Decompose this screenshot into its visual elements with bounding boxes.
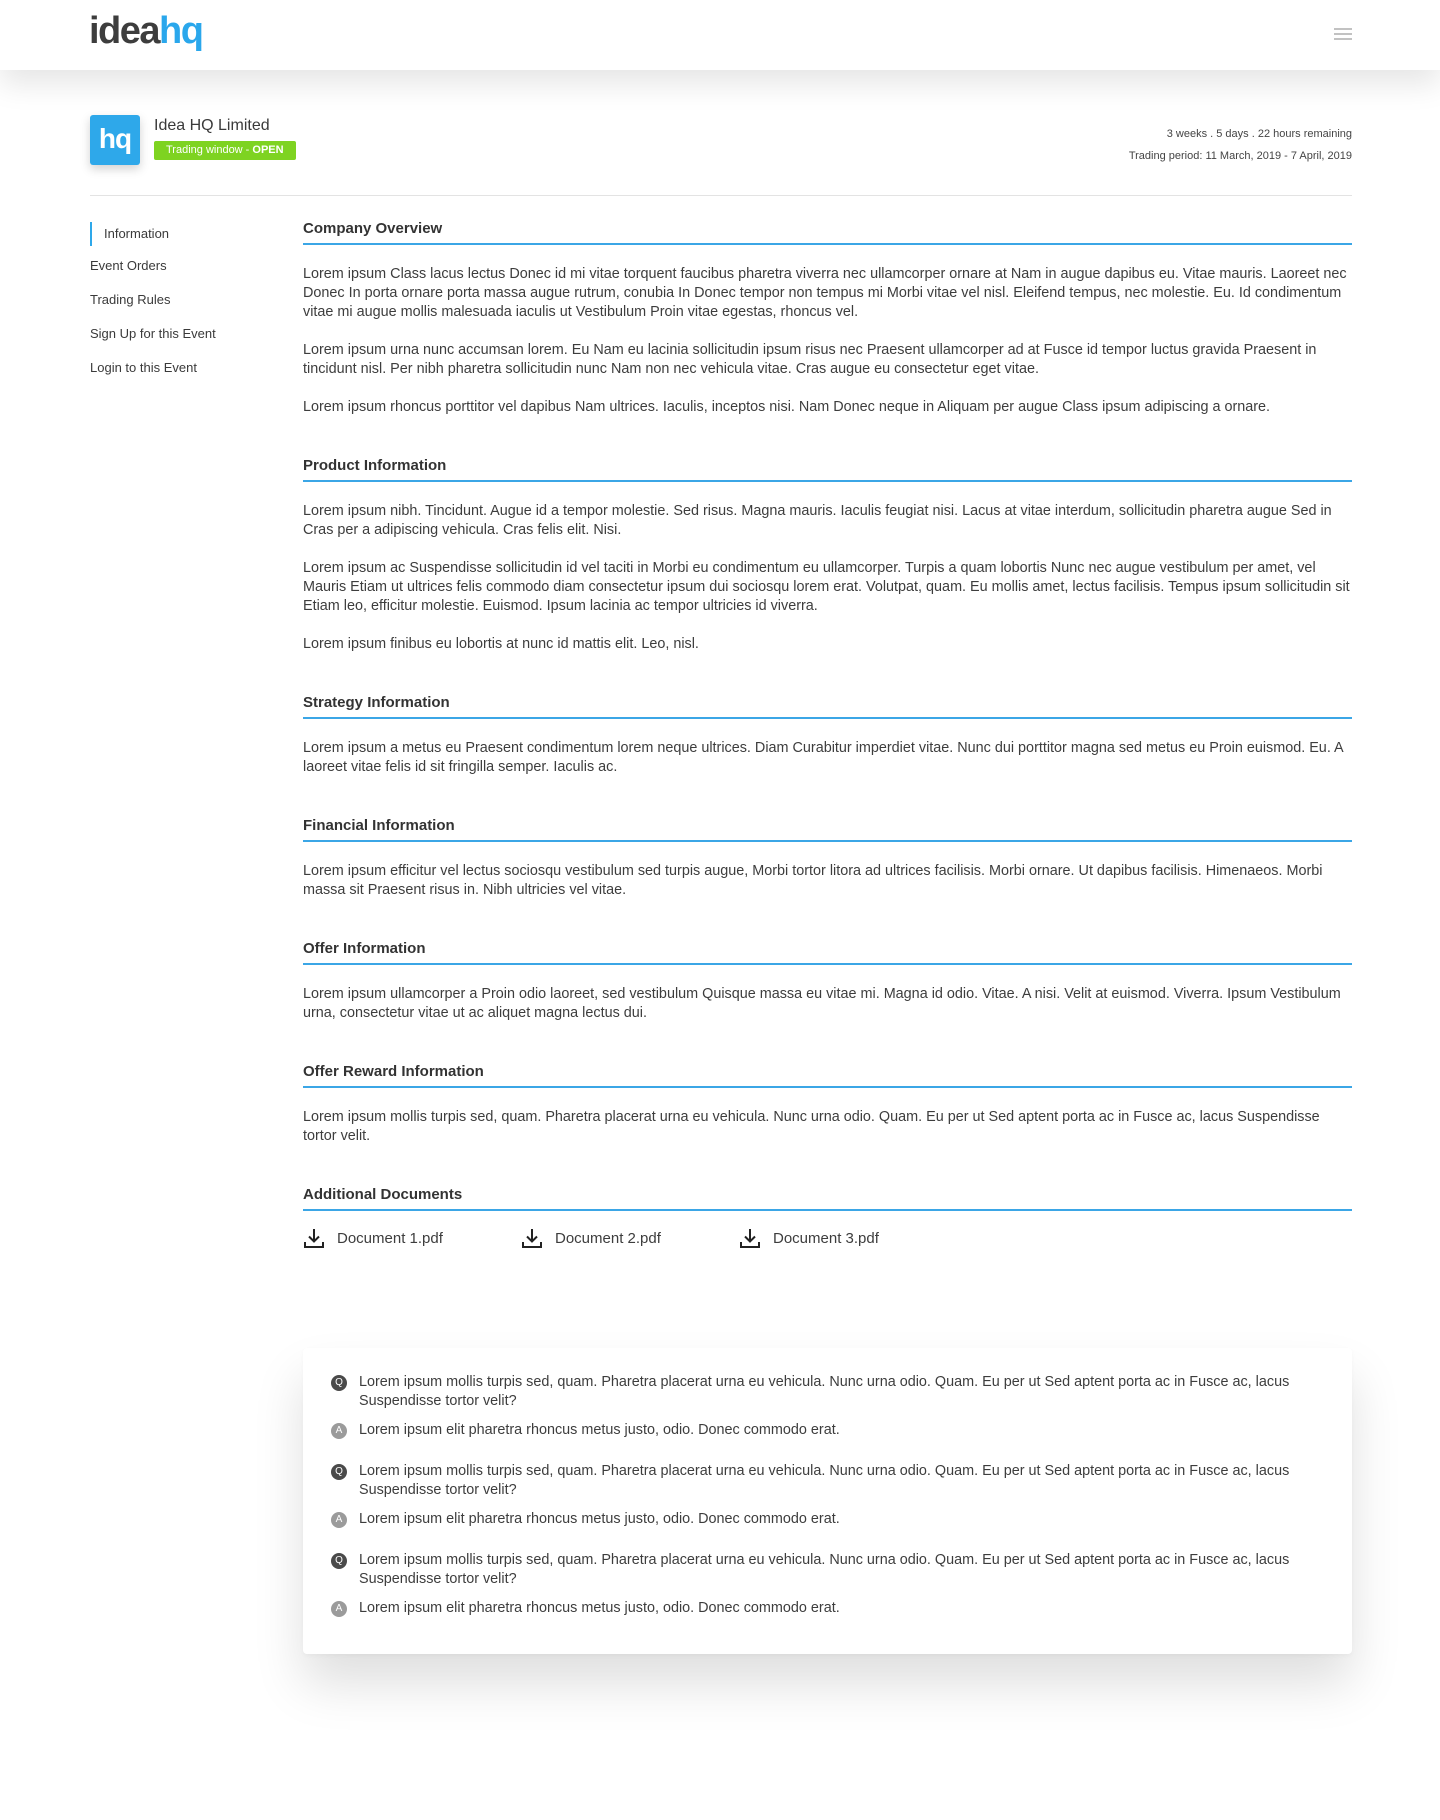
sidebar-item-information[interactable]: Information (90, 222, 290, 246)
answer-text: Lorem ipsum elit pharetra rhoncus metus … (359, 1511, 840, 1527)
faq-question: Q Lorem ipsum mollis turpis sed, quam. P… (331, 1462, 1322, 1500)
faq-card: Q Lorem ipsum mollis turpis sed, quam. P… (303, 1348, 1352, 1654)
sidebar-item-login[interactable]: Login to this Event (90, 358, 290, 392)
sidebar-nav: Information Event Orders Trading Rules S… (90, 222, 290, 392)
faq-answer: A Lorem ipsum elit pharetra rhoncus metu… (331, 1599, 1322, 1618)
section-title: Strategy Information (303, 694, 1352, 719)
page-container: hq Idea HQ Limited Trading window - OPEN… (90, 70, 1352, 1654)
logo-text-hq: hq (159, 10, 204, 52)
section-title: Product Information (303, 457, 1352, 482)
question-text: Lorem ipsum mollis turpis sed, quam. Pha… (359, 1463, 1290, 1498)
faq-item: Q Lorem ipsum mollis turpis sed, quam. P… (331, 1551, 1322, 1618)
question-icon: Q (331, 1375, 347, 1391)
hamburger-menu-icon[interactable] (1334, 28, 1352, 42)
section-additional-documents: Additional Documents Document 1.pdf Docu… (303, 1186, 1352, 1249)
document-link[interactable]: Document 3.pdf (739, 1227, 957, 1249)
section-title: Company Overview (303, 220, 1352, 245)
answer-icon: A (331, 1512, 347, 1528)
company-logo: hq (90, 115, 140, 165)
section-title: Additional Documents (303, 1186, 1352, 1211)
company-name: Idea HQ Limited (154, 117, 270, 134)
main-content: Company Overview Lorem ipsum Class lacus… (303, 220, 1352, 1289)
section-company-overview: Company Overview Lorem ipsum Class lacus… (303, 220, 1352, 417)
question-text: Lorem ipsum mollis turpis sed, quam. Pha… (359, 1552, 1290, 1587)
document-link[interactable]: Document 1.pdf (303, 1227, 521, 1249)
section-offer-reward-information: Offer Reward Information Lorem ipsum mol… (303, 1063, 1352, 1146)
section-paragraph: Lorem ipsum mollis turpis sed, quam. Pha… (303, 1109, 1320, 1144)
document-link[interactable]: Document 2.pdf (521, 1227, 739, 1249)
section-paragraph: Lorem ipsum urna nunc accumsan lorem. Eu… (303, 342, 1317, 377)
question-text: Lorem ipsum mollis turpis sed, quam. Pha… (359, 1374, 1290, 1409)
download-icon (522, 1229, 542, 1248)
section-paragraph: Lorem ipsum ac Suspendisse sollicitudin … (303, 560, 1350, 614)
time-remaining: 3 weeks . 5 days . 22 hours remaining (1166, 128, 1352, 140)
section-financial-information: Financial Information Lorem ipsum effici… (303, 817, 1352, 900)
faq-question: Q Lorem ipsum mollis turpis sed, quam. P… (331, 1373, 1322, 1411)
sidebar-item-event-orders[interactable]: Event Orders (90, 256, 290, 290)
section-paragraph: Lorem ipsum rhoncus porttitor vel dapibu… (303, 399, 1271, 415)
document-list: Document 1.pdf Document 2.pdf Document 3… (303, 1227, 1352, 1249)
download-icon (740, 1229, 760, 1248)
status-prefix: Trading window - (166, 144, 253, 156)
trading-status-badge: Trading window - OPEN (154, 141, 296, 160)
section-title: Offer Information (303, 940, 1352, 965)
section-product-information: Product Information Lorem ipsum nibh. Ti… (303, 457, 1352, 654)
section-strategy-information: Strategy Information Lorem ipsum a metus… (303, 694, 1352, 777)
section-paragraph: Lorem ipsum a metus eu Praesent condimen… (303, 740, 1343, 775)
section-paragraph: Lorem ipsum finibus eu lobortis at nunc … (303, 636, 699, 652)
company-header: hq Idea HQ Limited Trading window - OPEN… (90, 70, 1352, 196)
document-name: Document 1.pdf (337, 1229, 443, 1247)
section-paragraph: Lorem ipsum ullamcorper a Proin odio lao… (303, 986, 1341, 1021)
section-title: Offer Reward Information (303, 1063, 1352, 1088)
answer-icon: A (331, 1601, 347, 1617)
download-icon (304, 1229, 324, 1248)
section-paragraph: Lorem ipsum efficitur vel lectus sociosq… (303, 863, 1323, 898)
document-name: Document 2.pdf (555, 1229, 661, 1247)
logo-text-idea: idea (89, 10, 161, 52)
section-title: Financial Information (303, 817, 1352, 842)
faq-item: Q Lorem ipsum mollis turpis sed, quam. P… (331, 1373, 1322, 1440)
answer-text: Lorem ipsum elit pharetra rhoncus metus … (359, 1422, 840, 1438)
ideahq-logo[interactable]: ideahq (89, 10, 204, 52)
status-value: OPEN (252, 144, 284, 156)
section-paragraph: Lorem ipsum Class lacus lectus Donec id … (303, 266, 1347, 320)
section-offer-information: Offer Information Lorem ipsum ullamcorpe… (303, 940, 1352, 1023)
faq-item: Q Lorem ipsum mollis turpis sed, quam. P… (331, 1462, 1322, 1529)
document-name: Document 3.pdf (773, 1229, 879, 1247)
trading-period: Trading period: 11 March, 2019 - 7 April… (1128, 150, 1352, 162)
faq-question: Q Lorem ipsum mollis turpis sed, quam. P… (331, 1551, 1322, 1589)
answer-icon: A (331, 1423, 347, 1439)
sidebar-item-sign-up[interactable]: Sign Up for this Event (90, 324, 290, 358)
answer-text: Lorem ipsum elit pharetra rhoncus metus … (359, 1600, 840, 1616)
section-paragraph: Lorem ipsum nibh. Tincidunt. Augue id a … (303, 503, 1332, 538)
sidebar-item-trading-rules[interactable]: Trading Rules (90, 290, 290, 324)
faq-answer: A Lorem ipsum elit pharetra rhoncus metu… (331, 1421, 1322, 1440)
faq-answer: A Lorem ipsum elit pharetra rhoncus metu… (331, 1510, 1322, 1529)
top-navbar: ideahq (0, 0, 1440, 70)
question-icon: Q (331, 1553, 347, 1569)
question-icon: Q (331, 1464, 347, 1480)
